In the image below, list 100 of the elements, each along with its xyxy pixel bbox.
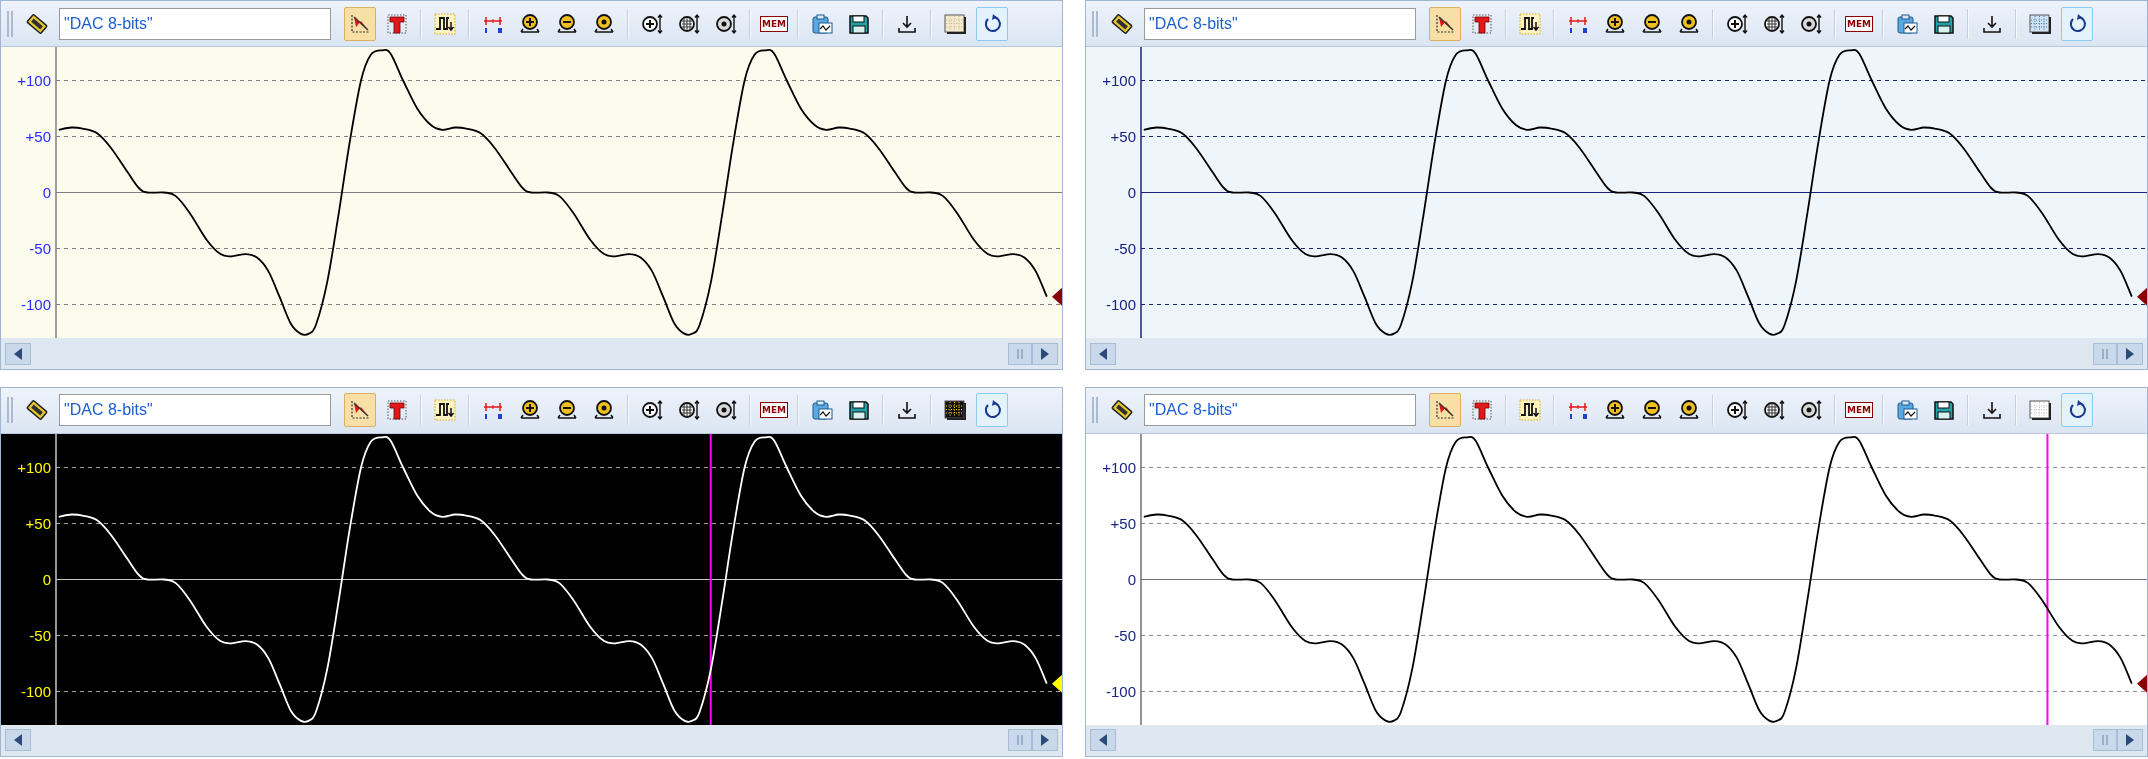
vertical-zoom-reset-icon bbox=[1800, 399, 1822, 421]
text-tool-icon bbox=[386, 399, 408, 421]
zoom-out-icon bbox=[1641, 12, 1663, 35]
signal-name-field[interactable]: "DAC 8-bits" bbox=[1144, 394, 1416, 426]
scroll-right-button[interactable] bbox=[1032, 342, 1058, 365]
left-arrow-icon bbox=[14, 734, 22, 746]
axis-label: 0 bbox=[1127, 183, 1136, 201]
grip-icon bbox=[1017, 348, 1023, 359]
cursor-tool-icon bbox=[349, 399, 371, 421]
right-arrow-icon bbox=[1041, 347, 1049, 360]
scroll-thumb[interactable] bbox=[2093, 342, 2117, 365]
axis-label: +100 bbox=[1102, 458, 1136, 475]
cursor-tool-icon bbox=[349, 12, 371, 35]
axis-label: +50 bbox=[25, 514, 51, 531]
scroll-left-button[interactable] bbox=[1090, 342, 1116, 365]
scroll-right-button[interactable] bbox=[2117, 729, 2143, 751]
trigger-marker[interactable] bbox=[1052, 674, 1062, 693]
grip-icon bbox=[2102, 735, 2108, 745]
signal-name-field[interactable]: "DAC 8-bits" bbox=[59, 394, 331, 426]
zoom-out-icon bbox=[1641, 399, 1663, 421]
scroll-right-button[interactable] bbox=[2117, 342, 2143, 365]
axis-label: +100 bbox=[17, 458, 51, 475]
scroll-left-button[interactable] bbox=[5, 342, 31, 365]
vertical-zoom-icon bbox=[1763, 399, 1785, 421]
axis-label: 0 bbox=[1127, 570, 1136, 587]
grip-icon[interactable] bbox=[1092, 397, 1098, 423]
vertical-zoom-reset-icon bbox=[715, 12, 737, 35]
axis-label: 0 bbox=[42, 570, 51, 587]
square-wave-icon bbox=[434, 12, 456, 35]
trigger-marker[interactable] bbox=[1052, 287, 1062, 306]
axis-label: -50 bbox=[29, 239, 51, 257]
cursor-tool-button[interactable] bbox=[1429, 393, 1461, 427]
vertical-zoom-in-icon bbox=[641, 12, 663, 35]
left-arrow-icon bbox=[1099, 734, 1107, 746]
square-wave-icon bbox=[434, 399, 456, 421]
refresh-button[interactable] bbox=[976, 393, 1008, 427]
square-wave-icon bbox=[1519, 12, 1541, 35]
zoom-reset-icon bbox=[593, 12, 615, 35]
axis-label: +50 bbox=[25, 127, 51, 145]
memory-button[interactable]: MEM bbox=[1843, 6, 1875, 41]
grip-icon[interactable] bbox=[7, 10, 13, 37]
refresh-button[interactable] bbox=[976, 6, 1008, 41]
cursor-line[interactable] bbox=[709, 433, 712, 725]
cursor-tool-button[interactable] bbox=[344, 6, 376, 41]
scroll-thumb[interactable] bbox=[2093, 729, 2117, 751]
scroll-right-button[interactable] bbox=[1032, 729, 1058, 751]
vertical-zoom-in-icon bbox=[1726, 399, 1748, 421]
refresh-button[interactable] bbox=[2061, 393, 2093, 427]
cursor-tool-button[interactable] bbox=[344, 393, 376, 427]
grip-icon bbox=[1017, 735, 1023, 745]
grid-icon bbox=[2028, 399, 2052, 421]
zoom-out-icon bbox=[556, 399, 578, 421]
axis-label: -50 bbox=[29, 626, 51, 643]
left-arrow-icon bbox=[14, 347, 22, 360]
zoom-reset-icon bbox=[1678, 12, 1700, 35]
square-wave-icon bbox=[1519, 399, 1541, 421]
memory-button[interactable]: MEM bbox=[758, 393, 790, 427]
axis-label: -50 bbox=[1114, 239, 1136, 257]
vertical-zoom-icon bbox=[1763, 12, 1785, 35]
zoom-reset-icon bbox=[593, 399, 615, 421]
grip-icon[interactable] bbox=[7, 397, 13, 423]
vertical-zoom-in-icon bbox=[1726, 12, 1748, 35]
cursor-tool-button[interactable] bbox=[1429, 6, 1461, 41]
zoom-in-icon bbox=[1604, 12, 1626, 35]
vertical-zoom-icon bbox=[678, 12, 700, 35]
grip-icon bbox=[2102, 348, 2108, 359]
clipboard-icon bbox=[811, 399, 833, 421]
vertical-zoom-reset-icon bbox=[1800, 12, 1822, 35]
signal-name-field[interactable]: "DAC 8-bits" bbox=[1144, 7, 1416, 40]
axis-label: +50 bbox=[1110, 127, 1136, 145]
memory-button[interactable]: MEM bbox=[1843, 393, 1875, 427]
cursor-tool-icon bbox=[1434, 399, 1456, 421]
scroll-thumb[interactable] bbox=[1008, 342, 1032, 365]
signal-name-field[interactable]: "DAC 8-bits" bbox=[59, 7, 331, 40]
left-arrow-icon bbox=[1099, 347, 1107, 360]
trigger-marker[interactable] bbox=[2137, 674, 2147, 693]
right-arrow-icon bbox=[2126, 734, 2134, 746]
download-icon bbox=[896, 399, 918, 421]
axis-label: +50 bbox=[1110, 514, 1136, 531]
grip-icon[interactable] bbox=[1092, 10, 1098, 37]
vertical-zoom-icon bbox=[678, 399, 700, 421]
memory-button[interactable]: MEM bbox=[758, 6, 790, 41]
clipboard-icon bbox=[1896, 12, 1918, 35]
scroll-left-button[interactable] bbox=[5, 729, 31, 751]
axis-label: -100 bbox=[20, 295, 51, 313]
zoom-in-icon bbox=[519, 12, 541, 35]
grid-icon bbox=[943, 12, 967, 35]
vertical-zoom-reset-icon bbox=[715, 399, 737, 421]
download-icon bbox=[1981, 399, 2003, 421]
right-arrow-icon bbox=[1041, 734, 1049, 746]
scroll-left-button[interactable] bbox=[1090, 729, 1116, 751]
trigger-marker[interactable] bbox=[2137, 287, 2147, 306]
axis-label: +100 bbox=[1102, 71, 1136, 89]
cursor-tool-icon bbox=[1434, 12, 1456, 35]
zoom-in-icon bbox=[519, 399, 541, 421]
scroll-thumb[interactable] bbox=[1008, 729, 1032, 751]
vertical-zoom-in-icon bbox=[641, 399, 663, 421]
clipboard-icon bbox=[1896, 399, 1918, 421]
text-tool-icon bbox=[1471, 12, 1493, 35]
refresh-button[interactable] bbox=[2061, 6, 2093, 41]
